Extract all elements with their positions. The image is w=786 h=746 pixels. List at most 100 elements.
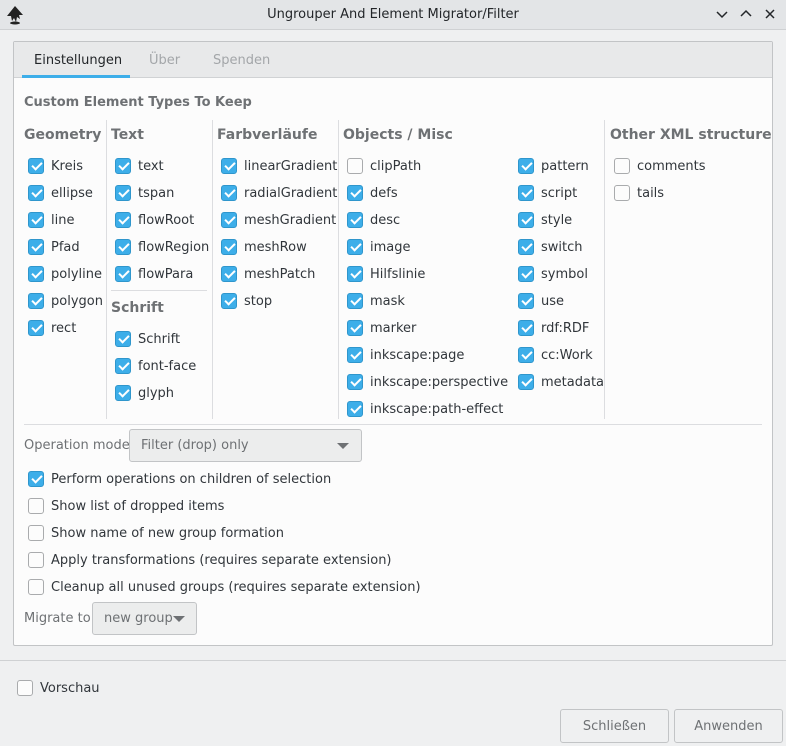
- element-type-checkbox[interactable]: comments: [614, 157, 706, 175]
- checkbox-box: [28, 498, 44, 514]
- element-type-checkbox[interactable]: meshRow: [221, 238, 307, 256]
- column-divider: [212, 120, 213, 419]
- checkbox-label: line: [51, 212, 75, 228]
- element-type-checkbox[interactable]: inkscape:perspective: [347, 373, 508, 391]
- checkbox-label: switch: [541, 239, 583, 255]
- element-type-checkbox[interactable]: marker: [347, 319, 416, 337]
- element-type-checkbox[interactable]: inkscape:page: [347, 346, 464, 364]
- checkbox-label: glyph: [138, 385, 175, 401]
- element-type-checkbox[interactable]: inkscape:path-effect: [347, 400, 503, 418]
- element-type-checkbox[interactable]: radialGradient: [221, 184, 337, 202]
- checkbox-box: [115, 239, 131, 255]
- checkbox-box: [614, 158, 630, 174]
- option-checkbox[interactable]: Cleanup all unused groups (requires sepa…: [28, 578, 421, 596]
- checkbox-box: [518, 374, 534, 390]
- checkbox-box: [347, 212, 363, 228]
- element-type-checkbox[interactable]: Pfad: [28, 238, 80, 256]
- element-type-checkbox[interactable]: polyline: [28, 265, 102, 283]
- option-checkbox[interactable]: Apply transformations (requires separate…: [28, 551, 392, 569]
- operation-mode-select[interactable]: Filter (drop) only: [129, 429, 362, 462]
- checkbox-label: rdf:RDF: [541, 320, 590, 336]
- element-type-checkbox[interactable]: Hilfslinie: [347, 265, 425, 283]
- checkbox-box: [518, 347, 534, 363]
- checkbox-label: stop: [244, 293, 273, 309]
- element-type-checkbox[interactable]: flowRoot: [115, 211, 194, 229]
- checkbox-box: [347, 185, 363, 201]
- element-type-checkbox[interactable]: rect: [28, 319, 76, 337]
- element-type-checkbox[interactable]: meshPatch: [221, 265, 315, 283]
- element-type-checkbox[interactable]: stop: [221, 292, 272, 310]
- tab-ueber[interactable]: Über: [149, 53, 180, 68]
- geometry-header: Geometry: [24, 127, 102, 143]
- checkbox-label: use: [541, 293, 565, 309]
- checkbox-label: inkscape:path-effect: [370, 401, 504, 417]
- gradients-header: Farbverläufe: [217, 127, 318, 143]
- close-window-button[interactable]: [762, 6, 778, 22]
- checkbox-label: meshGradient: [244, 212, 337, 228]
- migrate-to-select[interactable]: new group: [92, 602, 197, 635]
- element-type-checkbox[interactable]: Schrift: [115, 330, 180, 348]
- element-type-checkbox[interactable]: font-face: [115, 357, 196, 375]
- checkbox-box: [221, 212, 237, 228]
- element-type-checkbox[interactable]: switch: [518, 238, 583, 256]
- close-button[interactable]: Schließen: [560, 709, 669, 743]
- element-type-checkbox[interactable]: defs: [347, 184, 398, 202]
- chevron-down-icon: [173, 616, 185, 622]
- element-type-checkbox[interactable]: pattern: [518, 157, 589, 175]
- minimize-button[interactable]: [714, 6, 730, 22]
- option-checkbox[interactable]: Show name of new group formation: [28, 524, 284, 542]
- element-type-checkbox[interactable]: symbol: [518, 265, 588, 283]
- element-type-checkbox[interactable]: flowRegion: [115, 238, 209, 256]
- checkbox-box: [347, 401, 363, 417]
- element-type-checkbox[interactable]: mask: [347, 292, 405, 310]
- element-type-checkbox[interactable]: rdf:RDF: [518, 319, 589, 337]
- apply-button[interactable]: Anwenden: [674, 709, 783, 743]
- element-type-checkbox[interactable]: style: [518, 211, 572, 229]
- schrift-header: Schrift: [111, 300, 164, 316]
- column-divider: [338, 120, 339, 419]
- checkbox-box: [518, 320, 534, 336]
- element-type-checkbox[interactable]: script: [518, 184, 577, 202]
- element-type-checkbox[interactable]: text: [115, 157, 164, 175]
- preview-checkbox[interactable]: Vorschau: [17, 679, 100, 697]
- element-type-checkbox[interactable]: tails: [614, 184, 664, 202]
- element-type-checkbox[interactable]: image: [347, 238, 411, 256]
- checkbox-box: [115, 358, 131, 374]
- element-type-checkbox[interactable]: tspan: [115, 184, 174, 202]
- checkbox-box: [221, 185, 237, 201]
- element-type-checkbox[interactable]: ellipse: [28, 184, 93, 202]
- option-label: Perform operations on children of select…: [51, 471, 332, 487]
- checkbox-label: meshPatch: [244, 266, 316, 282]
- checkbox-label: inkscape:perspective: [370, 374, 509, 390]
- checkbox-box: [28, 185, 44, 201]
- checkbox-box: [221, 239, 237, 255]
- checkbox-label: comments: [637, 158, 706, 174]
- element-type-checkbox[interactable]: flowPara: [115, 265, 193, 283]
- element-type-checkbox[interactable]: metadata: [518, 373, 604, 391]
- checkbox-box: [28, 471, 44, 487]
- element-type-checkbox[interactable]: use: [518, 292, 564, 310]
- element-type-checkbox[interactable]: line: [28, 211, 74, 229]
- element-type-checkbox[interactable]: linearGradient: [221, 157, 337, 175]
- checkbox-box: [115, 212, 131, 228]
- checkbox-box: [115, 331, 131, 347]
- tab-einstellungen[interactable]: Einstellungen: [34, 53, 122, 68]
- checkbox-box: [17, 680, 33, 696]
- element-type-checkbox[interactable]: desc: [347, 211, 400, 229]
- checkbox-box: [347, 158, 363, 174]
- option-checkbox[interactable]: Show list of dropped items: [28, 497, 224, 515]
- checkbox-label: clipPath: [370, 158, 422, 174]
- element-type-checkbox[interactable]: Kreis: [28, 157, 83, 175]
- maximize-button[interactable]: [738, 6, 754, 22]
- option-checkbox[interactable]: Perform operations on children of select…: [28, 470, 331, 488]
- checkbox-label: polygon: [51, 293, 103, 309]
- element-type-checkbox[interactable]: cc:Work: [518, 346, 593, 364]
- element-type-checkbox[interactable]: glyph: [115, 384, 174, 402]
- element-type-checkbox[interactable]: meshGradient: [221, 211, 336, 229]
- checkbox-box: [518, 212, 534, 228]
- checkbox-box: [518, 266, 534, 282]
- checkbox-label: Kreis: [51, 158, 83, 174]
- element-type-checkbox[interactable]: polygon: [28, 292, 103, 310]
- tab-spenden[interactable]: Spenden: [213, 53, 270, 68]
- element-type-checkbox[interactable]: clipPath: [347, 157, 421, 175]
